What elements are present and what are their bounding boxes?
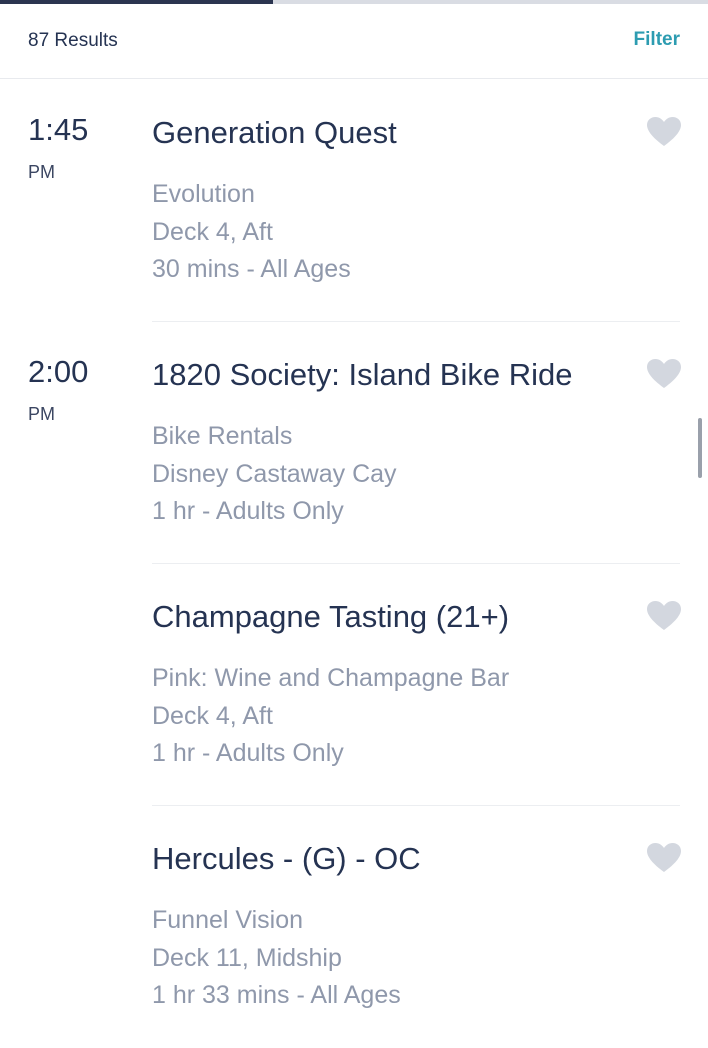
event-title: 1820 Society: Island Bike Ride: [152, 357, 573, 392]
event-deck: Deck 11, Midship: [152, 944, 342, 972]
event-row[interactable]: 1:45 PM Generation Quest Evolution Deck …: [0, 80, 708, 322]
event-title: Hercules - (G) - OC: [152, 841, 421, 876]
event-location: Pink: Wine and Champagne Bar: [152, 664, 510, 692]
heart-icon[interactable]: [646, 600, 682, 632]
heart-icon[interactable]: [646, 116, 682, 148]
event-row[interactable]: Hercules - (G) - OC Funnel Vision Deck 1…: [0, 806, 708, 1048]
event-title: Champagne Tasting (21+): [152, 599, 510, 634]
event-list: 1:45 PM Generation Quest Evolution Deck …: [0, 80, 708, 1048]
event-ampm: PM: [28, 404, 55, 424]
event-deck: Deck 4, Aft: [152, 218, 273, 246]
scrollbar[interactable]: [698, 418, 702, 478]
event-deck: Deck 4, Aft: [152, 702, 273, 730]
event-duration: 30 mins - All Ages: [152, 255, 351, 283]
event-duration: 1 hr - Adults Only: [152, 739, 344, 767]
event-location: Evolution: [152, 180, 255, 208]
event-location: Bike Rentals: [152, 422, 293, 450]
event-location: Funnel Vision: [152, 906, 304, 934]
filter-button[interactable]: Filter: [634, 29, 680, 51]
event-duration: 1 hr - Adults Only: [152, 497, 344, 525]
results-header: 87 Results Filter: [0, 4, 708, 79]
event-duration: 1 hr 33 mins - All Ages: [152, 981, 401, 1009]
heart-icon[interactable]: [646, 358, 682, 390]
event-time: 1:45: [28, 112, 89, 147]
event-time: 2:00: [28, 354, 89, 389]
event-deck: Disney Castaway Cay: [152, 460, 397, 488]
results-count: 87 Results: [28, 30, 118, 51]
event-title: Generation Quest: [152, 115, 397, 150]
event-ampm: PM: [28, 162, 55, 182]
event-row[interactable]: 2:00 PM 1820 Society: Island Bike Ride B…: [0, 322, 708, 564]
event-row[interactable]: Champagne Tasting (21+) Pink: Wine and C…: [0, 564, 708, 806]
heart-icon[interactable]: [646, 842, 682, 874]
